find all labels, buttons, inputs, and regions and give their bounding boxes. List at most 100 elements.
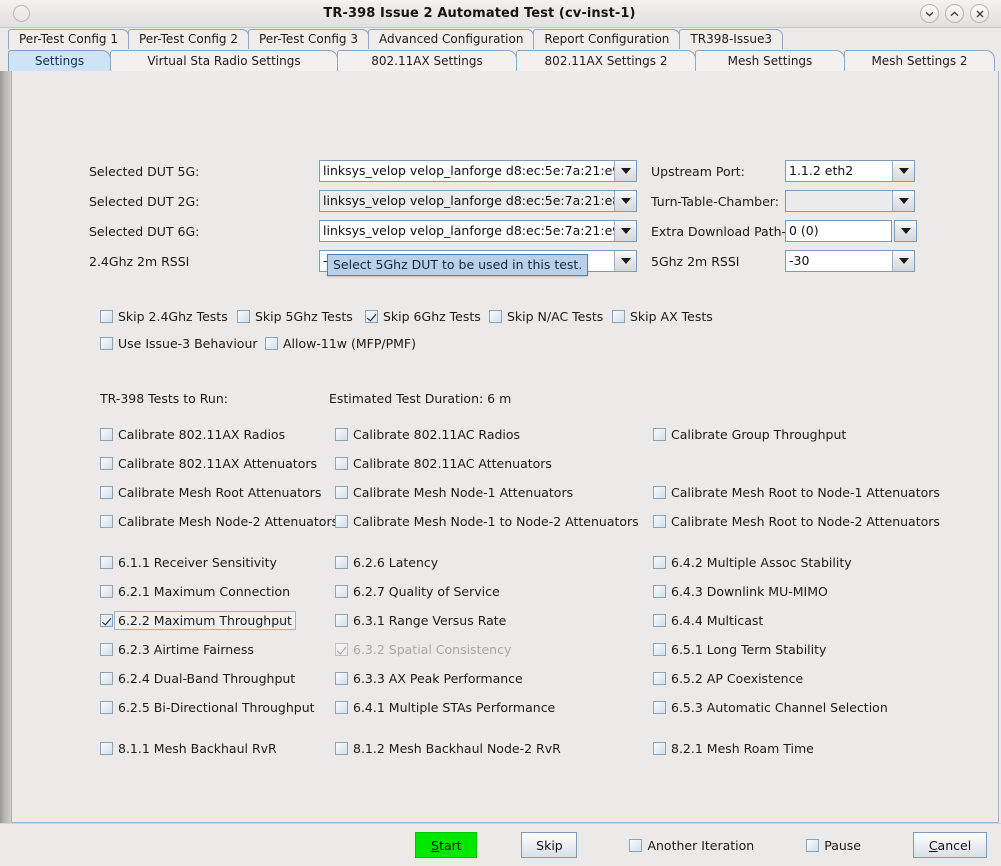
checkbox-8-1-2-mesh-backhaul-node-2-rvr[interactable]: 8.1.2 Mesh Backhaul Node-2 RvR bbox=[335, 741, 561, 756]
tab-advanced-configuration[interactable]: Advanced Configuration bbox=[367, 29, 535, 49]
checkbox-6-5-3-automatic-channel-selection[interactable]: 6.5.3 Automatic Channel Selection bbox=[653, 700, 888, 715]
checkbox-label: 6.4.3 Downlink MU-MIMO bbox=[671, 584, 828, 599]
skip-button[interactable]: Skip bbox=[521, 832, 578, 858]
window-menu-icon[interactable] bbox=[13, 5, 30, 22]
checkbox-use-issue-3-behaviour[interactable]: Use Issue-3 Behaviour bbox=[100, 336, 258, 351]
checkbox-label: Calibrate 802.11AC Radios bbox=[353, 427, 521, 442]
checkbox-skip-2-4ghz-tests[interactable]: Skip 2.4Ghz Tests bbox=[100, 309, 228, 324]
checkbox-calibrate-group-throughput[interactable]: Calibrate Group Throughput bbox=[653, 427, 846, 442]
checkbox-skip-6ghz-tests[interactable]: Skip 6Ghz Tests bbox=[365, 309, 481, 324]
checkbox-8-2-1-mesh-roam-time[interactable]: 8.2.1 Mesh Roam Time bbox=[653, 741, 814, 756]
another-iteration-checkbox[interactable]: Another Iteration bbox=[629, 838, 754, 853]
tab-tr398-issue3[interactable]: TR398-Issue3 bbox=[679, 29, 783, 49]
rssi5-combo[interactable]: -30 bbox=[785, 250, 915, 272]
another-iteration-checkbox-inner[interactable]: Another Iteration bbox=[629, 838, 754, 853]
tab-mesh-settings-2[interactable]: Mesh Settings 2 bbox=[844, 50, 995, 71]
checkbox-skip-ax-tests[interactable]: Skip AX Tests bbox=[612, 309, 713, 324]
chevron-down-icon[interactable] bbox=[892, 161, 914, 181]
path-loss-combo[interactable]: 0 (0) bbox=[785, 220, 917, 242]
tab-per-test-config-3[interactable]: Per-Test Config 3 bbox=[247, 29, 369, 49]
checkbox-6-2-4-dual-band-throughput[interactable]: 6.2.4 Dual-Band Throughput bbox=[100, 671, 295, 686]
checkbox-box-icon bbox=[335, 457, 348, 470]
checkbox-box-icon bbox=[100, 428, 113, 441]
checkbox-6-3-1-range-versus-rate[interactable]: 6.3.1 Range Versus Rate bbox=[335, 613, 506, 628]
tab-label: Mesh Settings bbox=[727, 54, 813, 68]
start-button[interactable]: Start bbox=[415, 832, 478, 858]
checkbox-6-5-2-ap-coexistence[interactable]: 6.5.2 AP Coexistence bbox=[653, 671, 803, 686]
checkbox-6-2-5-bi-directional-throughput[interactable]: 6.2.5 Bi-Directional Throughput bbox=[100, 700, 315, 715]
tab-802-11ax-settings-2[interactable]: 802.11AX Settings 2 bbox=[516, 50, 696, 71]
checkbox-calibrate-802-11ac-radios[interactable]: Calibrate 802.11AC Radios bbox=[335, 427, 520, 442]
checkbox-box-icon bbox=[653, 614, 666, 627]
chevron-down-icon[interactable] bbox=[894, 220, 917, 242]
chevron-down-icon[interactable] bbox=[614, 161, 636, 181]
checkbox-8-1-1-mesh-backhaul-rvr[interactable]: 8.1.1 Mesh Backhaul RvR bbox=[100, 741, 277, 756]
close-icon[interactable] bbox=[970, 4, 989, 23]
checkbox-6-1-1-receiver-sensitivity[interactable]: 6.1.1 Receiver Sensitivity bbox=[100, 555, 277, 570]
checkbox-label: 6.2.7 Quality of Service bbox=[353, 584, 500, 599]
checkbox-box-icon bbox=[653, 486, 666, 499]
cancel-button[interactable]: Cancel bbox=[913, 832, 987, 858]
checkbox-6-2-1-maximum-connection[interactable]: 6.2.1 Maximum Connection bbox=[100, 584, 290, 599]
tab-mesh-settings[interactable]: Mesh Settings bbox=[695, 50, 845, 71]
dut6g-combo[interactable]: linksys_velop velop_lanforge d8:ec:5e:7a… bbox=[319, 220, 637, 242]
checkbox-calibrate-mesh-root-to-node-1-attenuators[interactable]: Calibrate Mesh Root to Node-1 Attenuator… bbox=[653, 485, 940, 500]
chevron-down-icon[interactable] bbox=[920, 4, 939, 23]
checkbox-label: 6.3.3 AX Peak Performance bbox=[353, 671, 523, 686]
checkbox-calibrate-802-11ac-attenuators[interactable]: Calibrate 802.11AC Attenuators bbox=[335, 456, 552, 471]
checkbox-calibrate-mesh-root-to-node-2-attenuators[interactable]: Calibrate Mesh Root to Node-2 Attenuator… bbox=[653, 514, 940, 529]
chevron-down-icon[interactable] bbox=[892, 251, 914, 271]
checkbox-6-2-6-latency[interactable]: 6.2.6 Latency bbox=[335, 555, 438, 570]
test-cell: 6.4.2 Multiple Assoc Stability bbox=[653, 555, 990, 572]
checkbox-calibrate-mesh-node-1-to-node-2-attenuators[interactable]: Calibrate Mesh Node-1 to Node-2 Attenuat… bbox=[335, 514, 639, 529]
checkbox-6-3-3-ax-peak-performance[interactable]: 6.3.3 AX Peak Performance bbox=[335, 671, 523, 686]
chevron-up-icon[interactable] bbox=[945, 4, 964, 23]
checkbox-skip-n-ac-tests[interactable]: Skip N/AC Tests bbox=[489, 309, 603, 324]
tab-settings[interactable]: Settings bbox=[8, 50, 111, 71]
test-cell: Calibrate Mesh Node-1 Attenuators bbox=[335, 485, 653, 502]
checkbox-6-4-1-multiple-stas-performance[interactable]: 6.4.1 Multiple STAs Performance bbox=[335, 700, 555, 715]
checkbox-box-icon bbox=[100, 336, 113, 350]
test-cell: Calibrate 802.11AX Radios bbox=[100, 427, 335, 444]
checkbox-box-icon bbox=[629, 838, 643, 852]
dut2g-combo[interactable]: linksys_velop velop_lanforge d8:ec:5e:7a… bbox=[319, 190, 637, 212]
checkbox-6-2-7-quality-of-service[interactable]: 6.2.7 Quality of Service bbox=[335, 584, 500, 599]
checkbox-calibrate-802-11ax-radios[interactable]: Calibrate 802.11AX Radios bbox=[100, 427, 285, 442]
tab-per-test-config-2[interactable]: Per-Test Config 2 bbox=[127, 29, 249, 49]
chevron-down-icon[interactable] bbox=[614, 251, 636, 271]
checkbox-6-5-1-long-term-stability[interactable]: 6.5.1 Long Term Stability bbox=[653, 642, 826, 657]
checkbox-6-4-2-multiple-assoc-stability[interactable]: 6.4.2 Multiple Assoc Stability bbox=[653, 555, 852, 570]
turn-table-chamber-combo[interactable] bbox=[785, 190, 915, 212]
checkbox-allow-11w-mfp-pmf-[interactable]: Allow-11w (MFP/PMF) bbox=[265, 336, 416, 351]
dut5g-value: linksys_velop velop_lanforge d8:ec:5e:7a… bbox=[320, 161, 614, 181]
checkbox-skip-5ghz-tests[interactable]: Skip 5Ghz Tests bbox=[237, 309, 353, 324]
chevron-down-icon[interactable] bbox=[614, 191, 636, 211]
checkbox-box-icon bbox=[100, 643, 113, 656]
tab-per-test-config-1[interactable]: Per-Test Config 1 bbox=[8, 29, 129, 49]
checkbox-6-2-3-airtime-fairness[interactable]: 6.2.3 Airtime Fairness bbox=[100, 642, 254, 657]
upstream-port-combo[interactable]: 1.1.2 eth2 bbox=[785, 160, 915, 182]
tab-virtual-sta-radio-settings[interactable]: Virtual Sta Radio Settings bbox=[110, 50, 338, 71]
pause-checkbox[interactable]: Pause bbox=[806, 838, 861, 853]
cancel-mnemonic: C bbox=[928, 837, 938, 853]
checkbox-calibrate-mesh-node-2-attenuators[interactable]: Calibrate Mesh Node-2 Attenuators bbox=[100, 514, 338, 529]
tab-report-configuration[interactable]: Report Configuration bbox=[533, 29, 681, 49]
pause-checkbox-inner[interactable]: Pause bbox=[806, 838, 861, 853]
checkbox-calibrate-mesh-node-1-attenuators[interactable]: Calibrate Mesh Node-1 Attenuators bbox=[335, 485, 573, 500]
checkbox-6-4-4-multicast[interactable]: 6.4.4 Multicast bbox=[653, 613, 763, 628]
tab-label: 802.11AX Settings 2 bbox=[544, 54, 668, 68]
checkbox-6-2-2-maximum-throughput[interactable]: 6.2.2 Maximum Throughput bbox=[100, 611, 296, 630]
settings-panel: Selected DUT 5G: linksys_velop velop_lan… bbox=[11, 71, 999, 823]
tab-802-11ax-settings[interactable]: 802.11AX Settings bbox=[337, 50, 517, 71]
test-cell: Calibrate 802.11AC Radios bbox=[335, 427, 653, 444]
checkbox-calibrate-mesh-root-attenuators[interactable]: Calibrate Mesh Root Attenuators bbox=[100, 485, 321, 500]
start-label-rest: tart bbox=[439, 837, 462, 853]
checkbox-calibrate-802-11ax-attenuators[interactable]: Calibrate 802.11AX Attenuators bbox=[100, 456, 317, 471]
checkbox-box-icon bbox=[612, 309, 625, 323]
test-cell: 8.1.2 Mesh Backhaul Node-2 RvR bbox=[335, 741, 653, 758]
checkbox-6-4-3-downlink-mu-mimo[interactable]: 6.4.3 Downlink MU-MIMO bbox=[653, 584, 828, 599]
chevron-down-icon[interactable] bbox=[892, 191, 914, 211]
window-title: TR-398 Issue 2 Automated Test (cv-inst-1… bbox=[323, 6, 636, 21]
dut5g-combo[interactable]: linksys_velop velop_lanforge d8:ec:5e:7a… bbox=[319, 160, 637, 182]
chevron-down-icon[interactable] bbox=[614, 221, 636, 241]
